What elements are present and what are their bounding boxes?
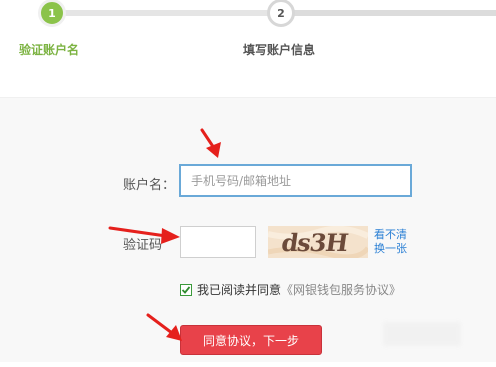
captcha-input[interactable] <box>180 226 256 258</box>
captcha-image: ds3H <box>268 226 368 258</box>
agree-checkbox[interactable] <box>180 283 192 296</box>
checkmark-icon <box>181 285 191 294</box>
registration-page: 1 2 验证账户名 填写账户信息 账户名： 验证码 ds3H 看不清换一张 我已… <box>0 0 496 367</box>
account-input[interactable] <box>179 164 412 197</box>
step-2-indicator: 2 <box>267 0 295 27</box>
captcha-label: 验证码 <box>123 238 163 253</box>
service-agreement-link[interactable]: 《网银钱包服务协议》 <box>281 281 401 298</box>
agreement-row: 我已阅读并同意 《网银钱包服务协议》 <box>180 281 401 298</box>
step-progress: 1 2 验证账户名 填写账户信息 <box>0 0 496 96</box>
account-label: 账户名： <box>123 178 176 193</box>
step-2-label: 填写账户信息 <box>243 43 316 57</box>
agree-next-button[interactable]: 同意协议，下一步 <box>180 325 322 355</box>
step-connector-done <box>62 10 270 16</box>
captcha-text: ds3H <box>280 228 350 257</box>
step-1-label: 验证账户名 <box>19 43 80 57</box>
agree-text: 我已阅读并同意 <box>197 283 282 297</box>
blurred-region <box>383 322 461 346</box>
refresh-captcha-link[interactable]: 看不清换一张 <box>374 228 408 256</box>
step-connector-todo <box>294 10 496 16</box>
step-1-indicator: 1 <box>38 0 66 27</box>
